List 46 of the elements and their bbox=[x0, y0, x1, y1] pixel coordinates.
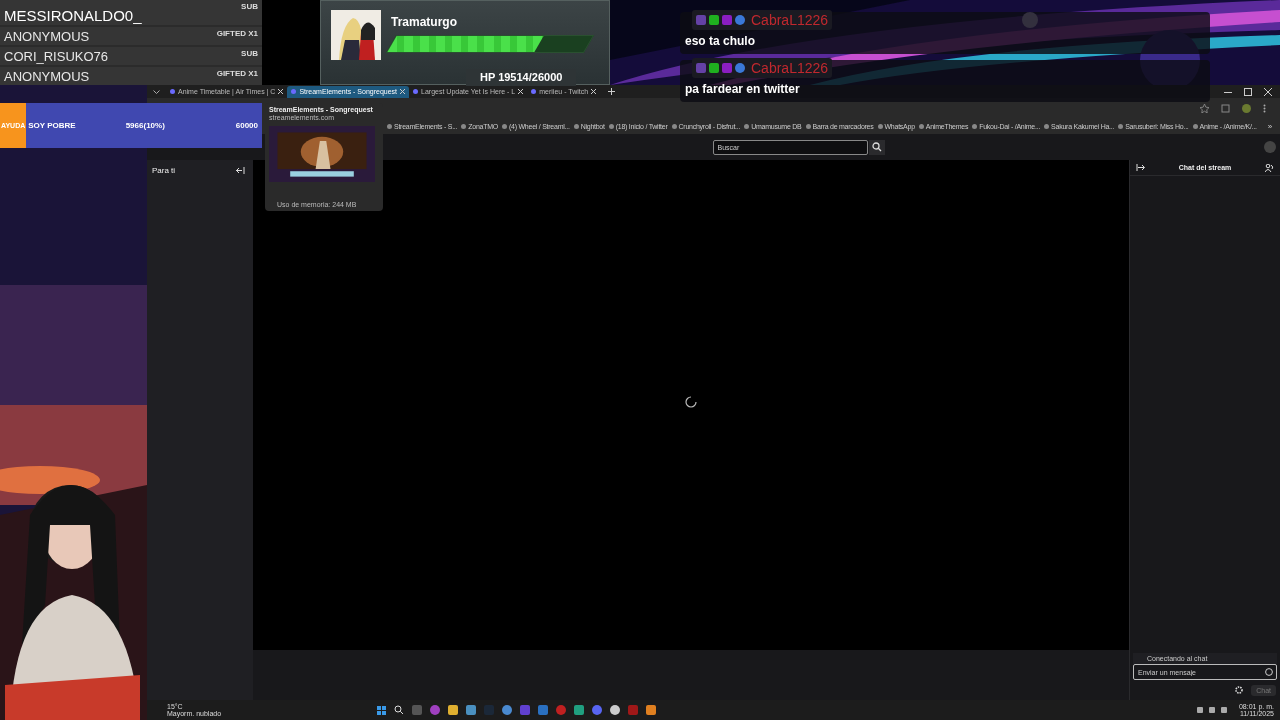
extension-icon[interactable] bbox=[1221, 103, 1230, 113]
message-text: pa fardear en twitter bbox=[685, 82, 800, 96]
loading-spinner-icon bbox=[685, 396, 697, 408]
profile-icon[interactable] bbox=[1242, 103, 1251, 113]
message-text: eso ta chulo bbox=[685, 34, 755, 48]
favicon-icon bbox=[531, 89, 537, 94]
star-icon[interactable] bbox=[1200, 103, 1209, 113]
close-icon[interactable] bbox=[278, 89, 284, 94]
badge-icon bbox=[735, 15, 745, 25]
badge-icon bbox=[696, 15, 706, 25]
username: CabraL1226 bbox=[751, 60, 829, 76]
badge-icon bbox=[696, 63, 706, 73]
search-icon[interactable] bbox=[394, 705, 404, 715]
more-bookmarks-button[interactable]: » bbox=[1267, 121, 1280, 131]
favicon-icon bbox=[413, 89, 419, 94]
search-button[interactable] bbox=[868, 139, 885, 155]
start-icon[interactable] bbox=[377, 705, 386, 715]
sub-name: MESSIRONALDO0_ bbox=[4, 7, 142, 26]
sub-name: CORI_RISUKO76 bbox=[4, 49, 109, 66]
sub-type: GIFTED X1 bbox=[216, 68, 258, 81]
favicon-icon bbox=[170, 89, 175, 94]
close-icon[interactable] bbox=[518, 89, 524, 94]
new-tab-icon[interactable] bbox=[608, 88, 616, 95]
badge-icon bbox=[735, 63, 745, 73]
close-icon[interactable] bbox=[591, 89, 597, 94]
sub-name: ANONYMOUS bbox=[4, 29, 90, 46]
caret-icon[interactable] bbox=[153, 89, 160, 94]
sub-type: SUB bbox=[241, 48, 258, 61]
username: CabraL1226 bbox=[751, 12, 829, 28]
settings-icon[interactable] bbox=[1235, 686, 1244, 694]
goal-title: SOY POBRE bbox=[28, 121, 76, 130]
favicon-icon bbox=[291, 89, 297, 94]
users-icon[interactable] bbox=[1265, 163, 1274, 172]
goal-target: 60000 bbox=[235, 121, 258, 130]
collapse-icon[interactable] bbox=[236, 167, 245, 174]
close-icon[interactable] bbox=[1264, 87, 1272, 96]
boss-name: Tramaturgo bbox=[391, 15, 458, 29]
sidebar-title: Para ti bbox=[152, 166, 176, 175]
goal-current: 5966(10%) bbox=[125, 121, 165, 130]
sub-name: ANONYMOUS bbox=[4, 69, 90, 85]
sub-type: GIFTED X1 bbox=[216, 28, 258, 41]
maximize-icon[interactable] bbox=[1244, 87, 1252, 96]
sub-type: SUB bbox=[241, 1, 258, 13]
close-icon[interactable] bbox=[400, 89, 406, 94]
collapse-icon[interactable] bbox=[1136, 164, 1145, 171]
menu-icon[interactable] bbox=[1263, 103, 1266, 113]
